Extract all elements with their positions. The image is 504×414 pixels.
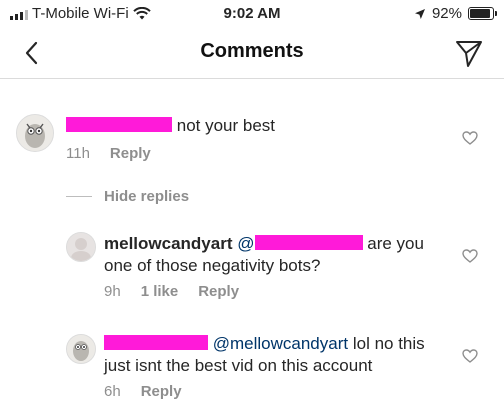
hide-replies-button[interactable]: Hide replies	[66, 188, 189, 205]
battery-icon	[468, 7, 497, 20]
comment-text: not your best	[66, 115, 275, 137]
reply-body-line1: lol no this	[352, 334, 425, 353]
reply-button[interactable]: Reply	[110, 145, 151, 162]
reply-body-line1: are you	[367, 234, 424, 253]
avatar[interactable]	[66, 334, 96, 364]
reply-text: @mellowcandyart lol no this just isnt th…	[104, 333, 444, 377]
reply-time: 9h	[104, 283, 121, 300]
status-bar: T-Mobile Wi-Fi 9:02 AM 92%	[0, 0, 504, 28]
comment-meta: 11h Reply	[66, 145, 151, 162]
owl-avatar-icon	[67, 335, 95, 363]
reply-text: mellowcandyart @ are you one of those ne…	[104, 233, 444, 277]
heart-icon[interactable]	[462, 249, 478, 263]
reply-button[interactable]: Reply	[198, 283, 239, 300]
avatar[interactable]	[66, 232, 96, 262]
divider	[66, 196, 92, 197]
location-arrow-icon	[414, 8, 425, 19]
likes-count[interactable]: 1 like	[141, 283, 179, 300]
nav-bar: Comments	[0, 28, 504, 79]
reply-body-line2: just isnt the best vid on this account	[104, 356, 373, 375]
hide-replies-label: Hide replies	[104, 188, 190, 205]
mention-link[interactable]: @	[237, 234, 363, 253]
owl-avatar-icon	[17, 115, 53, 151]
heart-icon[interactable]	[462, 349, 478, 363]
reply-button[interactable]: Reply	[141, 383, 182, 400]
redacted-mention	[254, 235, 363, 250]
reply-meta: 6h Reply	[104, 383, 182, 400]
battery-fill	[470, 9, 491, 18]
avatar[interactable]	[16, 114, 54, 152]
redacted-username	[66, 117, 172, 132]
reply-body-line2: one of those negativity bots?	[104, 256, 321, 275]
user-avatar-icon	[67, 233, 95, 261]
comment-time: 11h	[66, 145, 90, 162]
status-right: 92%	[414, 5, 497, 22]
mention-link[interactable]: @mellowcandyart	[213, 334, 348, 353]
paper-plane-icon[interactable]	[454, 38, 484, 68]
heart-icon[interactable]	[462, 131, 478, 145]
reply-meta: 9h 1 like Reply	[104, 283, 239, 300]
page-title: Comments	[200, 40, 304, 62]
redacted-username	[104, 335, 208, 350]
comment-body: not your best	[176, 116, 276, 135]
reply-time: 6h	[104, 383, 121, 400]
battery-percent: 92%	[431, 5, 462, 22]
reply-username[interactable]: mellowcandyart	[104, 234, 233, 253]
